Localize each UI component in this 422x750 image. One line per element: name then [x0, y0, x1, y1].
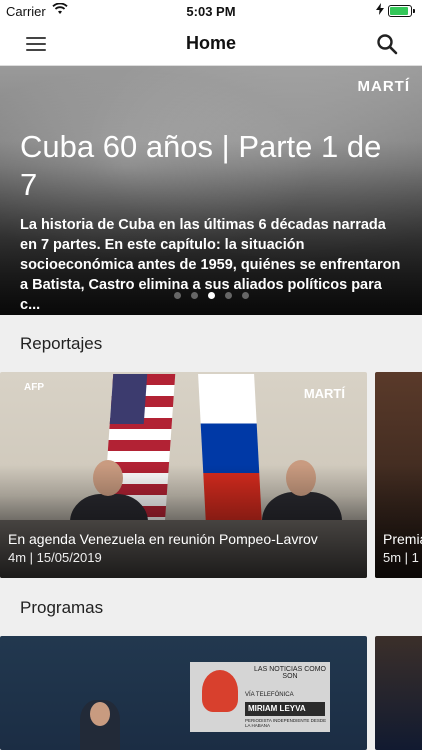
- page-title: Home: [185, 33, 236, 53]
- clock: 5:03 PM: [186, 4, 236, 19]
- status-bar: Carrier 5:03 PM: [0, 0, 422, 22]
- card-title: Premia: [383, 531, 422, 547]
- afp-watermark: AFP: [24, 382, 44, 393]
- marti-logo: MARTÍ: [357, 78, 410, 95]
- reportaje-card[interactable]: AFP MARTÍ En agenda Venezuela en reunión…: [0, 372, 367, 578]
- programa-card[interactable]: [375, 636, 422, 750]
- carousel-dot[interactable]: [173, 292, 181, 299]
- carousel-dot[interactable]: [241, 292, 249, 299]
- search-icon[interactable]: [376, 33, 398, 55]
- person-image: [202, 670, 238, 712]
- programa-card[interactable]: LAS NOTICIAS COMO SON VÍA TELEFÓNICA MIR…: [0, 636, 367, 750]
- call-label: VÍA TELEFÓNICA: [245, 692, 294, 698]
- role-lower-third: PERIODISTA INDEPENDIENTE DESDE LA HABANA: [245, 718, 327, 728]
- hero-title[interactable]: Cuba 60 años | Parte 1 de 7: [20, 128, 400, 204]
- carousel-dot[interactable]: [207, 292, 215, 299]
- name-lower-third: MIRIAM LEYVA: [245, 702, 325, 716]
- carousel-dot[interactable]: [224, 292, 232, 299]
- news-broadcast-inset: LAS NOTICIAS COMO SON VÍA TELEFÓNICA MIR…: [190, 662, 330, 732]
- carousel-page-indicator[interactable]: [0, 292, 422, 299]
- card-title: En agenda Venezuela en reunión Pompeo-La…: [8, 531, 318, 547]
- section-title-reportajes: Reportajes: [20, 334, 103, 353]
- navigation-bar: Home: [0, 22, 422, 66]
- battery-icon: [388, 5, 415, 17]
- card-meta: 5m | 1: [383, 550, 419, 565]
- hero-description: La historia de Cuba en las últimas 6 déc…: [20, 217, 401, 313]
- card-meta: 4m | 15/05/2019: [8, 550, 102, 565]
- charging-icon: [376, 3, 384, 18]
- hero-carousel[interactable]: MARTÍ Cuba 60 años | Parte 1 de 7 La his…: [0, 66, 422, 315]
- marti-watermark: MARTÍ: [303, 386, 345, 401]
- carousel-dot[interactable]: [190, 292, 198, 299]
- section-title-programas: Programas: [20, 598, 104, 617]
- news-header-text: LAS NOTICIAS COMO SON: [254, 666, 326, 680]
- presenter-head: [90, 702, 110, 726]
- reportaje-card[interactable]: Premia 5m | 1: [375, 372, 422, 578]
